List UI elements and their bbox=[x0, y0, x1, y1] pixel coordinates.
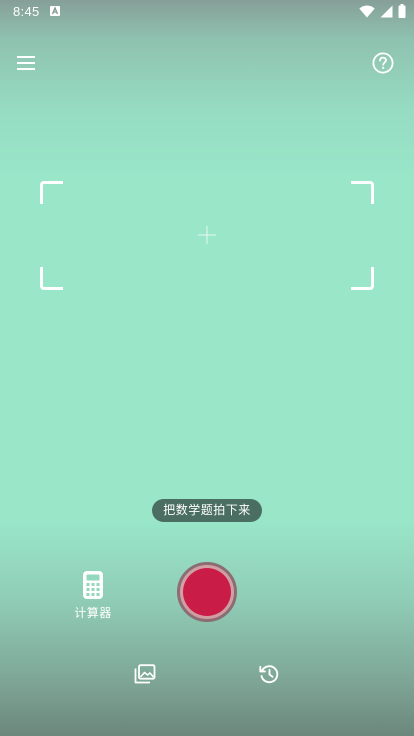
scan-corner-bottom-left bbox=[40, 267, 63, 290]
wifi-icon bbox=[359, 4, 375, 17]
status-time: 8:45 bbox=[13, 4, 40, 19]
menu-button[interactable] bbox=[12, 50, 40, 76]
scan-corner-top-left bbox=[40, 181, 63, 204]
help-button[interactable] bbox=[369, 49, 397, 77]
notification-a-icon bbox=[50, 6, 60, 16]
status-bar: 8:45 bbox=[0, 0, 414, 24]
calculator-button[interactable]: 计算器 bbox=[68, 570, 118, 626]
shutter-button-inner bbox=[183, 568, 231, 616]
gallery-icon bbox=[134, 664, 156, 684]
crosshair-icon bbox=[198, 226, 216, 244]
camera-background bbox=[0, 0, 414, 736]
shutter-button[interactable] bbox=[177, 562, 237, 622]
hamburger-menu-icon bbox=[17, 56, 35, 70]
scan-corner-bottom-right bbox=[351, 267, 374, 290]
gallery-button[interactable] bbox=[132, 661, 158, 687]
history-button[interactable] bbox=[256, 661, 282, 687]
capture-hint: 把数学题拍下来 bbox=[152, 499, 262, 522]
help-circle-icon bbox=[372, 52, 394, 74]
calculator-icon bbox=[83, 571, 103, 599]
cellular-signal-icon bbox=[380, 5, 393, 17]
calculator-label: 计算器 bbox=[74, 606, 112, 620]
scan-corner-top-right bbox=[351, 181, 374, 204]
status-icons bbox=[359, 4, 406, 18]
battery-icon bbox=[398, 4, 406, 18]
history-icon bbox=[259, 665, 279, 684]
